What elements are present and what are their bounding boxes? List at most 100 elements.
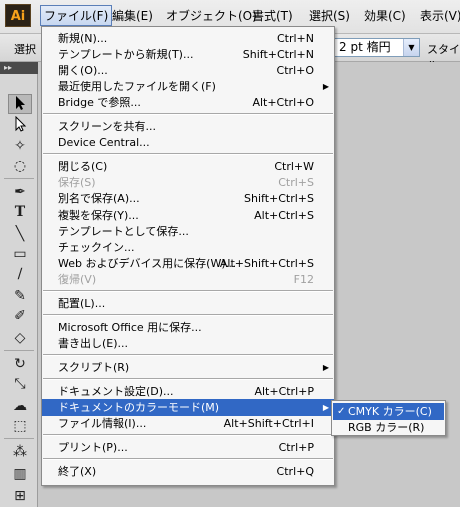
menu-item-label: Bridge で参照... (58, 96, 141, 110)
file-menu-item[interactable]: 複製を保存(Y)... Alt+Ctrl+S (42, 207, 334, 224)
menu-edit[interactable]: 編集(E) (112, 8, 153, 25)
rotate-tool-icon[interactable]: ↻ (8, 354, 32, 374)
file-menu-item[interactable]: テンプレートから新規(T)... Shift+Ctrl+N (42, 46, 334, 63)
menu-item-label: 最近使用したファイルを開く(F) (58, 80, 216, 94)
file-menu-item[interactable]: 新規(N)... Ctrl+N (42, 30, 334, 47)
file-menu-item[interactable]: 開く(O)... Ctrl+O (42, 62, 334, 79)
pen-tool-icon[interactable]: ✒ (8, 182, 32, 202)
menu-item-cmyk-color[interactable]: ✓ CMYK カラー(C) (333, 403, 444, 420)
menu-item-label: 新規(N)... (58, 32, 108, 45)
menu-effect[interactable]: 効果(C) (364, 8, 406, 25)
menu-separator (43, 289, 333, 292)
file-menu-item[interactable]: ドキュメント設定(D)... Alt+Ctrl+P (42, 383, 334, 400)
menu-item-shortcut: Ctrl+O (276, 64, 314, 78)
file-menu-item[interactable]: チェックイン... (42, 239, 334, 256)
menu-item-label: 別名で保存(A)... (58, 192, 140, 206)
lasso-tool-icon[interactable]: ◌ (8, 156, 32, 176)
menu-item-label: スクリプト(R) (58, 360, 130, 374)
free-transform-tool-icon[interactable]: ⬚ (8, 416, 32, 436)
menu-item-label: スクリーンを共有... (58, 120, 156, 134)
file-menu-item[interactable]: 復帰(V) F12 (42, 271, 334, 288)
menu-item-label: Microsoft Office 用に保存... (58, 320, 202, 334)
chevron-down-icon[interactable]: ▼ (403, 39, 419, 56)
file-menu: 新規(N)... Ctrl+N テンプレートから新規(T)... Shift+Ctrl… (41, 26, 335, 486)
stroke-profile-value: 2 pt 楕円 (339, 40, 391, 54)
menu-item-shortcut: Ctrl+P (278, 441, 314, 455)
file-menu-item[interactable]: プリント(P)... Ctrl+P (42, 439, 334, 456)
file-menu-item[interactable]: ドキュメントのカラーモード(M) ▶ (42, 399, 334, 416)
menu-item-label: Device Central... (58, 136, 150, 150)
paintbrush-tool-icon[interactable]: ∕ (8, 264, 32, 284)
file-menu-item[interactable]: スクリーンを共有... (42, 118, 334, 135)
rectangle-tool-icon[interactable]: ▭ (8, 244, 32, 264)
file-menu-item[interactable]: Web およびデバイス用に保存(W)... Alt+Shift+Ctrl+S (42, 255, 334, 272)
file-menu-item[interactable]: 別名で保存(A)... Shift+Ctrl+S (42, 190, 334, 207)
column-graph-tool-icon[interactable]: ▥ (8, 464, 32, 484)
menu-item-shortcut: Ctrl+S (278, 176, 314, 190)
tool-divider (4, 178, 34, 179)
menu-object[interactable]: オブジェクト(O) (166, 8, 257, 25)
menu-view[interactable]: 表示(V) (420, 8, 460, 25)
direct-selection-tool-icon[interactable] (8, 115, 32, 136)
menu-separator (43, 458, 333, 461)
file-menu-item[interactable]: 最近使用したファイルを開く(F) ▶ (42, 78, 334, 95)
menu-item-shortcut: Shift+Ctrl+N (242, 48, 314, 62)
menu-item-label: テンプレートとして保存... (58, 224, 189, 238)
menu-item-shortcut: Alt+Shift+Ctrl+I (223, 417, 314, 431)
selection-tool-icon[interactable] (8, 94, 32, 114)
menu-separator (43, 377, 333, 380)
menu-item-shortcut: Alt+Ctrl+O (252, 96, 314, 110)
menu-separator (43, 353, 333, 356)
menu-item-label: Web およびデバイス用に保存(W)... (58, 256, 237, 270)
menu-item-label: 配置(L)... (58, 296, 106, 310)
eraser-tool-icon[interactable]: ◇ (8, 328, 32, 348)
menu-item-shortcut: Shift+Ctrl+S (244, 192, 314, 206)
color-mode-submenu: ✓ CMYK カラー(C) RGB カラー(R) (331, 400, 446, 436)
stroke-profile-dropdown[interactable]: 2 pt 楕円 ▼ (334, 38, 420, 57)
menu-item-shortcut: Alt+Shift+Ctrl+S (219, 256, 314, 270)
file-menu-item[interactable]: 配置(L)... (42, 295, 334, 312)
menu-item-label: 書き出し(E)... (58, 336, 129, 350)
menu-item-rgb-color[interactable]: RGB カラー(R) (333, 419, 444, 436)
file-menu-item[interactable]: Device Central... (42, 134, 334, 151)
menu-item-label: 閉じる(C) (58, 160, 108, 174)
magic-wand-tool-icon[interactable]: ✧ (8, 136, 32, 156)
file-menu-item[interactable]: ファイル情報(I)... Alt+Shift+Ctrl+I (42, 415, 334, 432)
menu-item-label: 開く(O)... (58, 64, 108, 78)
line-tool-icon[interactable]: ╲ (8, 224, 32, 244)
menu-item-label: ドキュメント設定(D)... (58, 384, 174, 398)
file-menu-item[interactable]: Bridge で参照... Alt+Ctrl+O (42, 94, 334, 111)
menu-item-label: CMYK カラー(C) (348, 405, 432, 418)
file-menu-item[interactable]: テンプレートとして保存... (42, 223, 334, 240)
menu-item-shortcut: F12 (293, 272, 314, 286)
tool-divider (4, 350, 34, 351)
warp-tool-icon[interactable]: ☁ (8, 396, 32, 416)
menu-item-shortcut: Ctrl+Q (276, 465, 314, 479)
pencil-tool-icon[interactable]: ✎ (8, 286, 32, 306)
scale-tool-icon[interactable]: ⤡ (8, 374, 32, 394)
menu-separator (43, 153, 333, 156)
menu-item-label: 保存(S) (58, 176, 96, 190)
menu-item-label: ドキュメントのカラーモード(M) (58, 401, 220, 414)
file-menu-item[interactable]: 終了(X) Ctrl+Q (42, 463, 334, 480)
app-logo: Ai (5, 4, 31, 27)
mesh-tool-icon[interactable]: ⊞ (8, 486, 32, 506)
symbol-sprayer-tool-icon[interactable]: ⁂ (8, 442, 32, 462)
menu-item-label: テンプレートから新規(T)... (58, 48, 194, 62)
file-menu-item[interactable]: 閉じる(C) Ctrl+W (42, 158, 334, 175)
type-tool-icon[interactable]: T (8, 202, 32, 222)
menu-item-label: RGB カラー(R) (348, 421, 425, 434)
check-icon: ✓ (337, 406, 346, 417)
file-menu-item[interactable]: Microsoft Office 用に保存... (42, 319, 334, 336)
menu-select[interactable]: 選択(S) (309, 8, 350, 25)
file-menu-item[interactable]: スクリプト(R) ▶ (42, 359, 334, 376)
menu-item-shortcut: Ctrl+W (274, 160, 314, 174)
file-menu-item[interactable]: 書き出し(E)... (42, 335, 334, 352)
menu-type[interactable]: 書式(T) (252, 8, 293, 25)
menu-item-label: 復帰(V) (58, 272, 97, 286)
menu-file[interactable]: ファイル(F) (40, 5, 113, 26)
blob-brush-tool-icon[interactable]: ✐ (8, 306, 32, 326)
file-menu-item[interactable]: 保存(S) Ctrl+S (42, 174, 334, 191)
tools-panel-header[interactable]: ▸▸ (0, 62, 38, 74)
menu-item-shortcut: Alt+Ctrl+P (254, 384, 314, 398)
